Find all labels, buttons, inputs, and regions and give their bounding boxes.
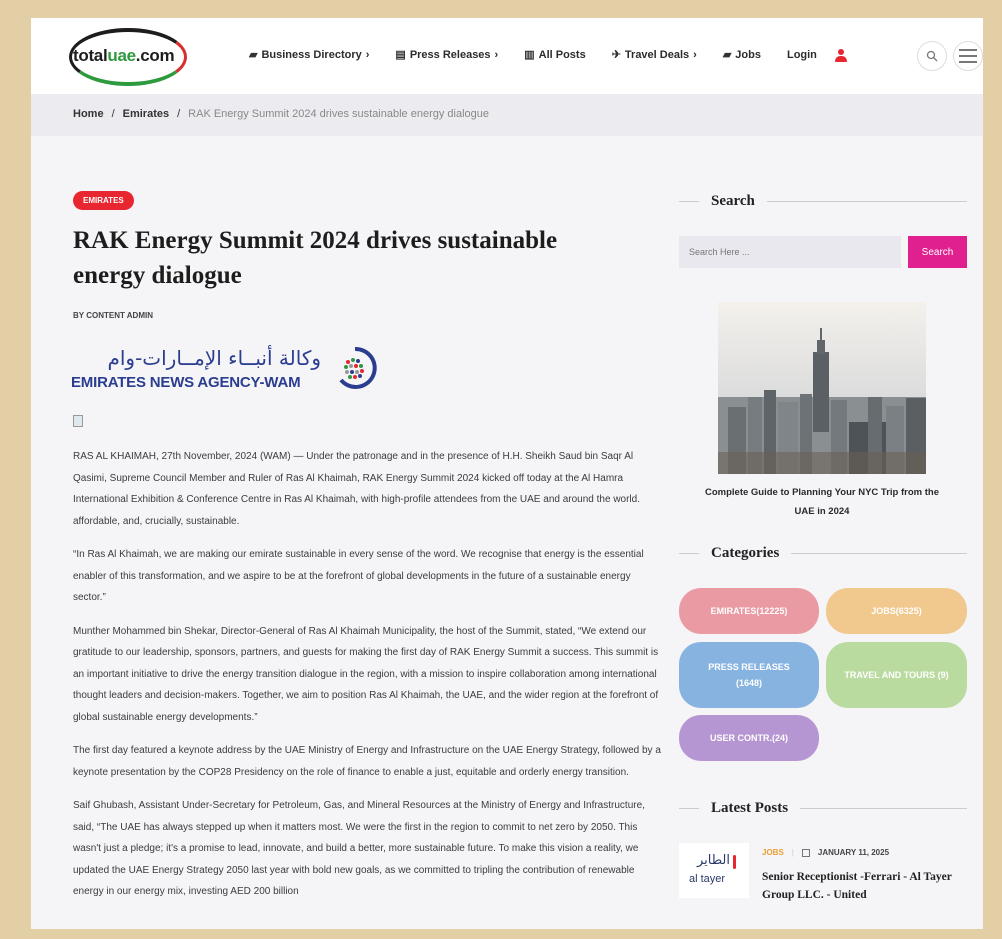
nav-item-all-posts[interactable]: ▥ All Posts <box>524 48 586 62</box>
latest-post-meta: JOBS | JANUARY 11, 2025 <box>762 848 889 857</box>
briefcase-icon: ▰ <box>722 49 732 61</box>
meta-divider: | <box>791 848 794 857</box>
web-page: totaluae.com ▰ Business Directory › ▤ Press … <box>31 18 983 929</box>
nav-label: Travel Deals <box>624 48 690 61</box>
breadcrumb: Home / Emirates / RAK Energy Summit 2024… <box>73 108 489 120</box>
featured-post-title[interactable]: Complete Guide to Planning Your NYC Trip… <box>703 483 941 521</box>
nav-item-travel-deals[interactable]: ✈ Travel Deals › <box>611 48 697 62</box>
site-logo[interactable]: totaluae.com <box>69 28 187 86</box>
article-paragraph: The first day featured a keynote address… <box>73 745 661 778</box>
category-pill[interactable]: JOBS(6325) <box>826 588 967 634</box>
category-badge[interactable]: EMIRATES <box>73 191 134 210</box>
sidebar-search-button[interactable]: Search <box>908 236 967 268</box>
al-tayer-logo-arabic: الطاير <box>697 853 730 868</box>
latest-post-category[interactable]: JOBS <box>762 848 784 857</box>
article-body: RAS AL KHAIMAH, 27th November, 2024 (WAM… <box>73 446 665 915</box>
nav-item-jobs[interactable]: ▰ Jobs <box>722 48 761 62</box>
nav-item-login[interactable]: Login <box>787 48 817 61</box>
main-nav: ▰ Business Directory › ▤ Press Releases › ▥ All… <box>249 48 843 62</box>
briefcase-icon: ▰ <box>249 49 258 61</box>
categories-section-title: Categories <box>679 545 967 562</box>
list-icon: ▥ <box>524 49 535 61</box>
latest-post-date: JANUARY 11, 2025 <box>817 848 890 857</box>
nav-label: Press Releases <box>409 48 491 61</box>
breadcrumb-separator: / <box>111 108 115 120</box>
nav-item-business-directory[interactable]: ▰ Business Directory › <box>249 48 370 62</box>
nav-label: Business Directory <box>261 48 362 61</box>
article-paragraph: RAS AL KHAIMAH, 27th November, 2024 (WAM… <box>73 451 640 527</box>
latest-post-thumbnail[interactable]: الطاير al tayer <box>679 843 749 898</box>
plane-icon: ✈ <box>611 49 621 61</box>
chevron-right-icon: › <box>494 48 499 61</box>
calendar-icon <box>801 848 810 857</box>
hamburger-menu-icon[interactable] <box>953 41 983 71</box>
site-header: totaluae.com ▰ Business Directory › ▤ Press … <box>31 18 983 94</box>
breadcrumb-current: RAK Energy Summit 2024 drives sustainabl… <box>188 108 490 120</box>
category-pill[interactable]: USER CONTR.(24) <box>679 715 819 761</box>
nav-item-press-releases[interactable]: ▤ Press Releases › <box>395 48 499 62</box>
chevron-right-icon: › <box>365 48 370 61</box>
sidebar-search-input[interactable]: Search Here ... <box>679 236 901 268</box>
broken-image-icon <box>73 415 83 427</box>
nav-label: Jobs <box>735 48 761 61</box>
breadcrumb-bar: Home / Emirates / RAK Energy Summit 2024… <box>31 94 983 136</box>
flame-icon <box>733 855 736 869</box>
search-icon[interactable] <box>917 41 947 71</box>
nav-label: All Posts <box>538 48 586 61</box>
newspaper-icon: ▤ <box>395 49 406 61</box>
search-section-title: Search <box>679 193 967 210</box>
article-title: RAK Energy Summit 2024 drives sustainabl… <box>73 227 558 289</box>
al-tayer-logo-english: al tayer <box>689 873 726 885</box>
category-pill[interactable]: EMIRATES(12225) <box>679 588 819 634</box>
breadcrumb-separator: / <box>177 108 181 120</box>
latest-posts-section-title: Latest Posts <box>679 800 967 817</box>
breadcrumb-section[interactable]: Emirates <box>123 108 169 120</box>
article-paragraph: Munther Mohammed bin Shekar, Director-Ge… <box>73 625 659 723</box>
wam-logo: وكالة أنبــاء الإمــارات-وام EMIRATES NE… <box>71 346 381 396</box>
wam-emblem-icon <box>339 346 377 389</box>
chevron-right-icon: › <box>693 48 697 61</box>
category-pill[interactable]: TRAVEL AND TOURS (9) <box>826 642 967 708</box>
logo-text: totaluae.com <box>73 46 175 65</box>
article-paragraph: “In Ras Al Khaimah, we are making our em… <box>73 549 644 603</box>
featured-post-image[interactable] <box>718 302 926 474</box>
user-icon[interactable] <box>835 49 847 63</box>
latest-post-title[interactable]: Senior Receptionist -Ferrari - Al Tayer … <box>762 868 972 904</box>
article-byline[interactable]: BY CONTENT ADMIN <box>73 311 153 320</box>
breadcrumb-home[interactable]: Home <box>73 108 104 120</box>
article-paragraph: Saif Ghubash, Assistant Under-Secretary … <box>73 800 645 897</box>
category-pill[interactable]: PRESS RELEASES (1648) <box>679 642 819 708</box>
wam-english-text: EMIRATES NEWS AGENCY-WAM <box>71 374 301 391</box>
wam-arabic-text: وكالة أنبــاء الإمــارات-وام <box>107 346 321 370</box>
nav-label: Login <box>786 48 817 61</box>
